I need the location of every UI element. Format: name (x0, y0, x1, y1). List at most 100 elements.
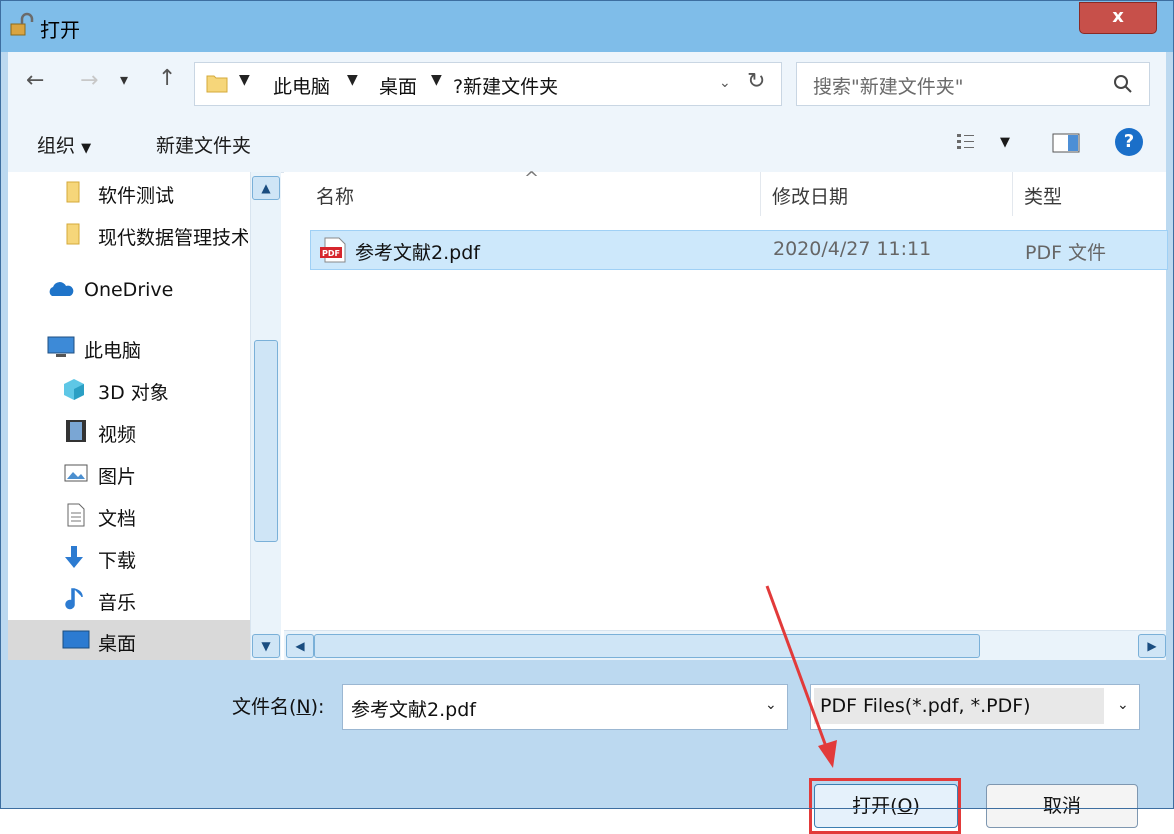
refresh-button[interactable]: ↻ (747, 69, 765, 94)
sidebar-item-pictures[interactable]: 图片 (8, 453, 250, 493)
address-history-dropdown[interactable]: ⌄ (719, 75, 731, 91)
forward-button[interactable]: → (80, 68, 98, 93)
chevron-down-icon[interactable]: ▼ (239, 72, 250, 88)
window-title: 打开 (40, 18, 80, 42)
navigation-pane-scrollbar[interactable]: ▲ ▼ (250, 172, 281, 660)
close-button[interactable]: x (1079, 2, 1157, 34)
column-divider[interactable] (760, 172, 761, 216)
download-icon (65, 546, 83, 568)
breadcrumb-new-folder[interactable]: ?新建文件夹 (453, 72, 558, 99)
picture-icon (64, 464, 88, 482)
navigation-pane: 软件测试 现代数据管理技术 OneDrive 此电脑 3D 对象 视频 图片 文… (8, 172, 250, 660)
cancel-button[interactable]: 取消 (986, 784, 1138, 828)
filetype-selected-area: PDF Files(*.pdf, *.PDF) (814, 688, 1104, 724)
folder-icon (206, 75, 228, 93)
table-row[interactable]: PDF 参考文献2.pdf 2020/4/27 11:11 PDF 文件 (310, 230, 1168, 270)
column-header-modified[interactable]: 修改日期 (772, 182, 848, 209)
help-button[interactable]: ? (1115, 128, 1143, 156)
pdf-label: PDF (322, 249, 340, 258)
view-options-dropdown[interactable]: ▼ (1000, 135, 1010, 150)
file-name: 参考文献2.pdf (355, 242, 480, 264)
scroll-down-button[interactable]: ▼ (252, 634, 280, 658)
column-header-type[interactable]: 类型 (1024, 182, 1062, 209)
preview-pane-icon[interactable] (1052, 132, 1080, 154)
sidebar-item-music[interactable]: 音乐 (8, 579, 250, 619)
filename-accesskey: N (296, 696, 311, 718)
cloud-icon (49, 282, 74, 296)
sidebar-item-label: 软件测试 (98, 185, 175, 207)
back-button[interactable]: ← (26, 68, 44, 93)
scrollbar-thumb[interactable] (254, 340, 278, 542)
sidebar-item-label: 视频 (98, 424, 137, 446)
filename-field[interactable]: 参考文献2.pdf ⌄ (342, 684, 788, 730)
file-type: PDF 文件 (1025, 242, 1107, 264)
chevron-down-icon[interactable]: ⌄ (765, 697, 777, 713)
folder-icon (66, 223, 80, 245)
folder-icon (66, 181, 80, 203)
address-bar[interactable]: ▼ 此电脑 ▼ 桌面 ▼ ?新建文件夹 ⌄ ↻ (194, 62, 782, 106)
sort-ascending-icon: ^ (524, 168, 540, 189)
sidebar-item-documents[interactable]: 文档 (8, 495, 250, 535)
filename-value: 参考文献2.pdf (351, 699, 476, 721)
cube-icon (64, 379, 84, 400)
filename-label-text: 文件名( (232, 696, 297, 718)
chevron-down-icon[interactable]: ⌄ (1117, 697, 1129, 713)
breadcrumb-this-pc[interactable]: 此电脑 (273, 72, 330, 99)
sidebar-item-label: 下载 (98, 550, 137, 572)
sidebar-item-desktop[interactable]: 桌面 (8, 620, 250, 660)
new-folder-button[interactable]: 新建文件夹 (156, 131, 251, 158)
desktop-icon (62, 630, 90, 649)
sidebar-item-label: 图片 (98, 466, 137, 488)
recent-locations-button[interactable]: ▾ (120, 70, 128, 89)
video-icon (66, 420, 86, 442)
sidebar-item-label: 桌面 (98, 633, 137, 655)
sidebar-item-modern-data-mgmt[interactable]: 现代数据管理技术 (8, 214, 250, 254)
view-options-icon[interactable] (956, 132, 984, 152)
search-icon[interactable] (1113, 74, 1133, 94)
chevron-down-icon[interactable]: ▼ (347, 72, 358, 88)
dialog-client: ← → ▾ ↑ ▼ 此电脑 ▼ 桌面 ▼ ?新建文件夹 ⌄ ↻ 搜索"新建文件夹… (8, 52, 1168, 834)
sidebar-item-onedrive[interactable]: OneDrive (8, 270, 250, 310)
command-toolbar: 组织 ▼ 新建文件夹 ▼ ? (8, 114, 1166, 173)
title-bar[interactable]: 打开 x (0, 0, 1174, 52)
organize-label: 组织 (37, 135, 76, 157)
lock-open-icon (10, 12, 34, 36)
scroll-left-button[interactable]: ◀ (286, 634, 314, 658)
sidebar-item-3d-objects[interactable]: 3D 对象 (8, 369, 250, 409)
sidebar-item-software-testing[interactable]: 软件测试 (8, 172, 250, 212)
organize-button[interactable]: 组织 ▼ (37, 131, 91, 158)
chevron-down-icon[interactable]: ▼ (431, 72, 442, 88)
filename-label: 文件名(N): (232, 692, 324, 719)
breadcrumb-desktop[interactable]: 桌面 (379, 72, 417, 99)
column-header-name[interactable]: 名称 (316, 182, 354, 209)
sidebar-item-videos[interactable]: 视频 (8, 411, 250, 451)
chevron-down-icon: ▼ (81, 141, 92, 156)
scrollbar-thumb[interactable] (314, 634, 980, 658)
computer-icon (47, 336, 75, 357)
file-list-scrollbar[interactable]: ◀ ▶ (284, 630, 1166, 661)
open-file-dialog: 打开 x ← → ▾ ↑ ▼ 此电脑 ▼ 桌面 ▼ ?新建文件夹 ⌄ ↻ 搜索"… (0, 0, 1174, 834)
dialog-footer: 文件名(N): 参考文献2.pdf ⌄ PDF Files(*.pdf, *.P… (8, 660, 1166, 834)
filetype-value: PDF Files(*.pdf, *.PDF) (820, 695, 1031, 717)
sidebar-item-label: 3D 对象 (98, 382, 169, 404)
scroll-right-button[interactable]: ▶ (1138, 634, 1166, 658)
sidebar-item-label: 此电脑 (84, 340, 142, 362)
file-modified: 2020/4/27 11:11 (773, 238, 932, 260)
up-button[interactable]: ↑ (158, 66, 176, 91)
pdf-file-icon: PDF (320, 237, 346, 263)
document-icon (67, 503, 85, 527)
sidebar-item-this-pc[interactable]: 此电脑 (8, 327, 250, 367)
scroll-up-button[interactable]: ▲ (252, 176, 280, 200)
sidebar-item-downloads[interactable]: 下载 (8, 537, 250, 577)
highlight-box (809, 778, 961, 834)
navigation-bar: ← → ▾ ↑ ▼ 此电脑 ▼ 桌面 ▼ ?新建文件夹 ⌄ ↻ 搜索"新建文件夹… (8, 52, 1166, 114)
column-divider[interactable] (1012, 172, 1013, 216)
sidebar-item-label: 文档 (98, 508, 137, 530)
sidebar-item-label: 音乐 (98, 592, 137, 614)
file-list: ^ 名称 修改日期 类型 PDF 参考文献2.pdf 2020/4/27 11:… (284, 168, 1168, 622)
filename-label-suffix: ): (310, 696, 325, 718)
search-input[interactable]: 搜索"新建文件夹" (813, 72, 963, 99)
search-box[interactable]: 搜索"新建文件夹" (796, 62, 1150, 106)
filetype-select[interactable]: PDF Files(*.pdf, *.PDF) ⌄ (810, 684, 1140, 730)
sidebar-item-label: 现代数据管理技术 (98, 227, 248, 249)
